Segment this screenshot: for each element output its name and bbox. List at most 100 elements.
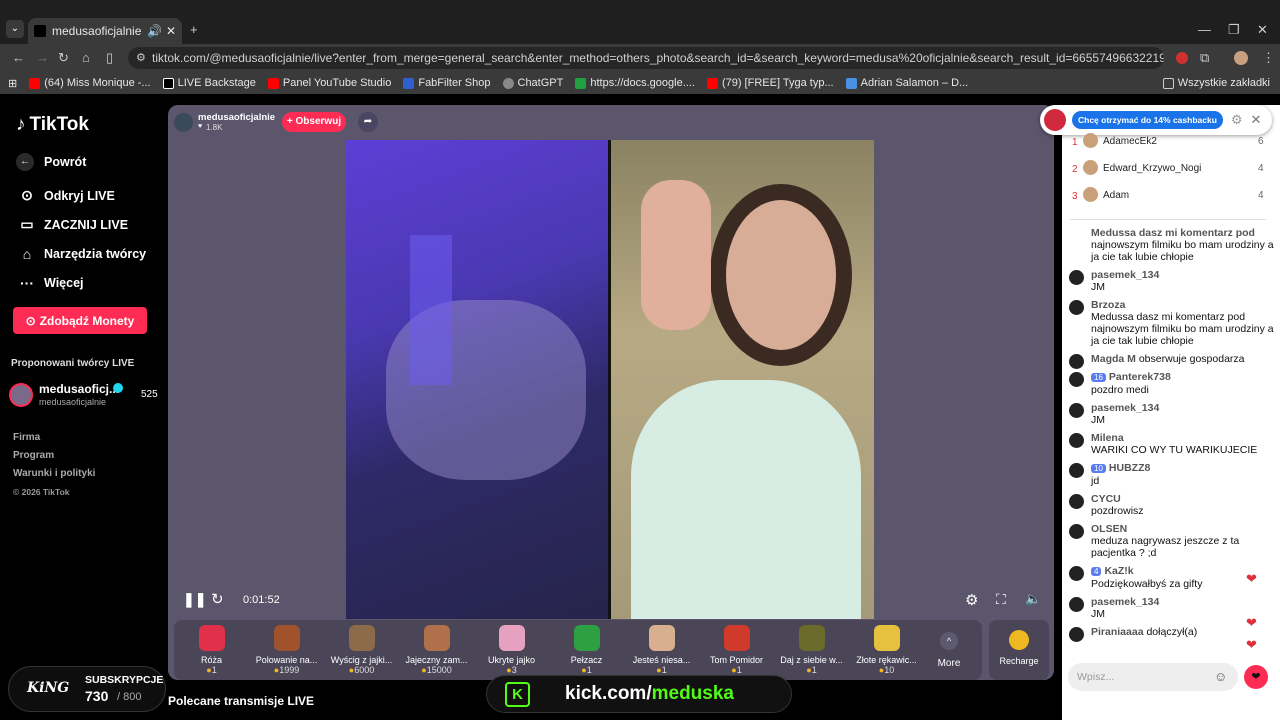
gift-item[interactable]: Daj z siebie w... ●1 (774, 625, 849, 675)
close-window-button[interactable]: ✕ (1257, 22, 1268, 38)
suggested-title: Proponowani twórcy LIVE (11, 358, 135, 369)
chat-username[interactable]: pasemek_134 (1091, 402, 1159, 414)
gift-item[interactable]: Tom Pomidor ●1 (699, 625, 774, 675)
nav-more[interactable]: ··· Więcej (0, 268, 168, 297)
nav-go-live[interactable]: ▭ ZACZNIJ LIVE (0, 210, 168, 239)
bookmark-item[interactable]: Panel YouTube Studio (267, 77, 391, 89)
chat-username[interactable]: CYCU (1091, 493, 1121, 505)
chat-text: JM (1091, 608, 1105, 620)
bookmark-item[interactable]: FabFilter Shop (403, 77, 491, 89)
footer-link[interactable]: Warunki i polityki (13, 465, 95, 483)
gift-item[interactable]: Róża ●1 (174, 625, 249, 675)
chat-input[interactable]: Wpisz... ☺ (1068, 663, 1238, 691)
gift-item[interactable]: Pełzacz ●1 (549, 625, 624, 675)
reload-icon[interactable]: ↻ (58, 50, 69, 66)
emoji-icon[interactable]: ☺ (1214, 669, 1227, 684)
gift-name: Jajeczny zam... (405, 655, 468, 665)
share-icon[interactable]: ➦ (358, 112, 378, 132)
gift-item[interactable]: Jesteś niesa... ●1 (624, 625, 699, 675)
like-button[interactable]: ❤ (1244, 665, 1268, 689)
gift-price: ●1 (806, 665, 817, 675)
back-link[interactable]: ← Powrót (0, 147, 168, 176)
gift-item[interactable]: Polowanie na... ●1999 (249, 625, 324, 675)
menu-icon[interactable]: ⋮ (1262, 50, 1275, 66)
gift-icon (273, 625, 300, 651)
chat-message: Brzoza Medussa dasz mi komentarz pod najn… (1069, 299, 1274, 347)
minimize-button[interactable]: — (1198, 22, 1211, 37)
ranking-value: 4 (1258, 190, 1264, 201)
gift-item[interactable]: Wyścig z jajki... ●6000 (324, 625, 399, 675)
bookmark-item[interactable]: Adrian Salamon – D... (845, 77, 968, 89)
puzzle-icon[interactable]: ⧉ (1200, 50, 1209, 66)
gift-name: Pełzacz (570, 655, 603, 665)
recharge-button[interactable]: Recharge (989, 620, 1049, 680)
recommended-title: Polecane transmisje LIVE (168, 694, 315, 708)
settings-icon[interactable]: ⚙ (1231, 112, 1243, 128)
suggested-creator[interactable]: medusaoficj... medusaoficjalnie 525 (9, 382, 161, 408)
nav-discover-live[interactable]: ⊙ Odkryj LIVE (0, 181, 168, 210)
sidepanel-icon[interactable]: ▯ (106, 50, 113, 66)
gift-item[interactable]: Złote rękawic... ●10 (849, 625, 924, 675)
chat-message: Milena WARIKI CO WY TU WARIKUJECIE (1069, 432, 1274, 456)
settings-icon[interactable]: ⚙ (965, 591, 978, 609)
nav-creator-tools[interactable]: ⌂ Narzędzia twórcy (0, 239, 168, 268)
chat-username[interactable]: HUBZZ8 (1109, 462, 1150, 474)
browser-tab-bar: ⌄ medusaoficjalnie (@medus 🔊 ✕ + — ❐ ✕ (0, 0, 1280, 44)
home-icon[interactable]: ⌂ (82, 50, 90, 65)
gift-item[interactable]: Jajeczny zam... ●15000 (399, 625, 474, 675)
address-bar[interactable]: ⚙ tiktok.com/@medusaoficjalnie/live?ente… (128, 47, 1164, 69)
all-bookmarks[interactable]: Wszystkie zakładki (1162, 77, 1270, 89)
footer-link[interactable]: Firma (13, 429, 95, 447)
gift-name: Tom Pomidor (709, 655, 763, 665)
coin-icon (1009, 630, 1029, 650)
ranking-row[interactable]: 2 Edward_Krzywo_Nogi 4 (1062, 158, 1280, 185)
bookmark-item[interactable]: LIVE Backstage (162, 77, 256, 89)
back-icon[interactable]: ← (12, 50, 25, 65)
chat-username[interactable]: OLSEN (1091, 523, 1127, 535)
volume-icon[interactable]: 🔈 (1025, 591, 1041, 607)
site-info-icon[interactable]: ⚙ (136, 51, 146, 64)
tiktok-logo[interactable]: ♪ TikTok (16, 114, 89, 136)
chat-username[interactable]: pasemek_134 (1091, 269, 1159, 281)
ranking-row[interactable]: 3 Adam 4 (1062, 185, 1280, 212)
chat-message: pasemek_134 JM (1069, 269, 1274, 293)
fullscreen-icon[interactable]: ⛶ (996, 591, 1006, 608)
extension-icon[interactable] (1176, 52, 1188, 64)
gift-icon (348, 625, 375, 651)
footer-link[interactable]: Program (13, 447, 95, 465)
bookmark-item[interactable]: ChatGPT (502, 77, 563, 89)
profile-avatar[interactable] (1234, 51, 1248, 65)
subs-goal: / 800 (117, 691, 142, 703)
tab-search-button[interactable]: ⌄ (6, 20, 24, 38)
replay-icon[interactable]: ↻ (211, 590, 224, 608)
chat-username[interactable]: Magda M (1091, 353, 1136, 365)
get-coins-button[interactable]: ⊙ Zdobądź Monety (13, 307, 147, 334)
new-tab-button[interactable]: + (190, 22, 198, 37)
chat-username[interactable]: KaZ!k (1104, 565, 1133, 577)
gift-more-button[interactable]: ^ More (924, 631, 974, 669)
maximize-button[interactable]: ❐ (1228, 22, 1240, 38)
gift-item[interactable]: Ukryte jajko ●3 (474, 625, 549, 675)
chat-username[interactable]: Milena (1091, 432, 1124, 444)
bookmark-item[interactable]: (79) [FREE] Tyga typ... (706, 77, 834, 89)
close-icon[interactable]: ✕ (1251, 112, 1262, 128)
ranking-row[interactable]: 1 AdamecEk2 6 (1062, 131, 1280, 158)
chat-username[interactable]: Brzoza (1091, 299, 1125, 311)
forward-icon[interactable]: → (36, 50, 49, 65)
follow-button[interactable]: + Obserwuj (282, 112, 346, 132)
brand-logo (1044, 109, 1066, 131)
active-tab[interactable]: medusaoficjalnie (@medus 🔊 ✕ (28, 18, 182, 44)
chat-username[interactable]: Panterek738 (1109, 371, 1171, 383)
close-tab-icon[interactable]: ✕ (166, 24, 176, 38)
chat-username[interactable]: Medussa dasz mi komentarz pod (1091, 227, 1255, 239)
pause-icon[interactable]: ❚❚ (183, 591, 206, 608)
chat-username[interactable]: pasemek_134 (1091, 596, 1159, 608)
bookmark-item[interactable]: (64) Miss Monique -... (29, 77, 151, 89)
chat-username[interactable]: Piraniaaaa (1091, 626, 1144, 638)
gift-bar: Róża ●1 Polowanie na... ●1999 Wyścig z jajki… (174, 620, 982, 680)
host-info[interactable]: medusaoficjalnie ♥ 1.8K (174, 111, 280, 133)
apps-icon[interactable]: ⊞ (8, 77, 17, 90)
bookmark-item[interactable]: https://docs.google.... (575, 77, 695, 89)
chat-text: pozdrowisz (1091, 505, 1144, 517)
rank-number: 1 (1072, 137, 1078, 148)
